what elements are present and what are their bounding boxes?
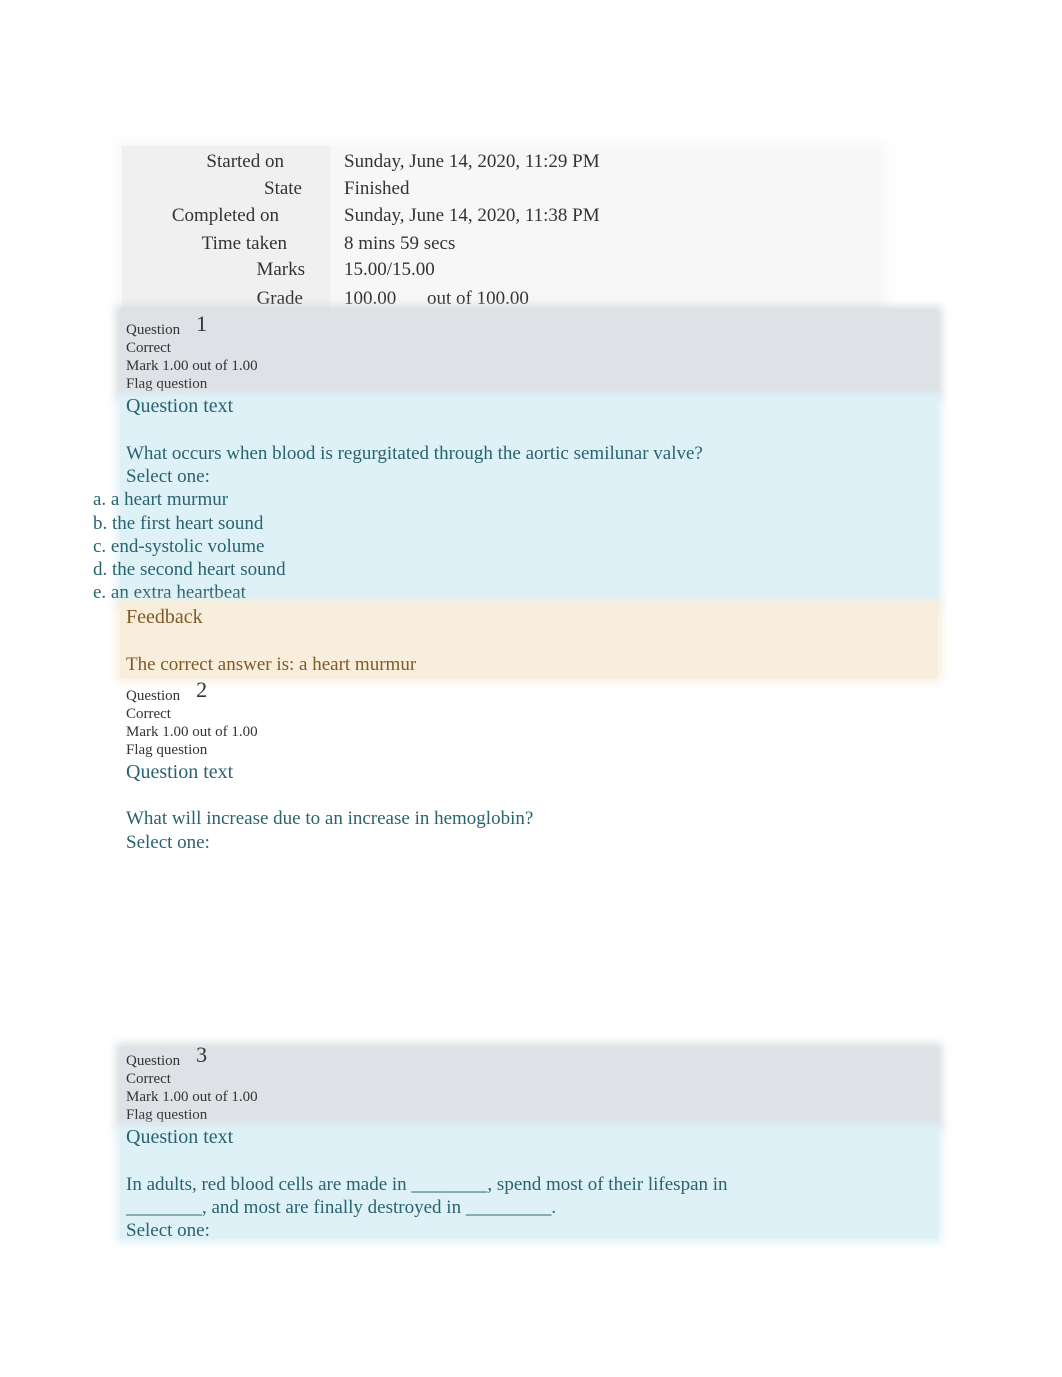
summary-value: Sunday, June 14, 2020, 11:29 PM: [344, 151, 600, 172]
question-heading: Question 1: [126, 313, 258, 339]
select-one-prompt: Select one:: [126, 1220, 210, 1241]
flag-question-link[interactable]: Flag question: [126, 741, 258, 759]
question-3-info: Question 3 Correct Mark 1.00 out of 1.00 …: [126, 1044, 258, 1124]
question-heading: Question 3: [126, 1044, 258, 1070]
summary-value: Sunday, June 14, 2020, 11:38 PM: [344, 205, 600, 226]
question-2-info: Question 2 Correct Mark 1.00 out of 1.00 …: [126, 679, 258, 759]
question-status: Correct: [126, 706, 171, 722]
answer-option-e[interactable]: e. an extra heartbeat: [93, 581, 246, 604]
question-number: 2: [196, 677, 208, 702]
question-status: Correct: [126, 340, 171, 356]
summary-label: Completed on: [171, 205, 279, 226]
summary-value: 100.00: [344, 288, 397, 309]
select-one-prompt: Select one:: [126, 466, 210, 487]
question-1-info: Question 1 Correct Mark 1.00 out of 1.00 …: [126, 313, 258, 393]
question-3-text-line-1: In adults, red blood cells are made in _…: [126, 1174, 728, 1195]
summary-label: Started on: [206, 151, 284, 172]
feedback-correct-answer: The correct answer is: a heart murmur: [126, 654, 417, 675]
summary-label: State: [264, 178, 302, 199]
answer-option-d[interactable]: d. the second heart sound: [93, 558, 286, 581]
summary-value: 15.00/15.00: [344, 259, 435, 280]
question-number: 1: [196, 311, 208, 336]
answer-option-b[interactable]: b. the first heart sound: [93, 512, 263, 535]
question-number: 3: [196, 1042, 208, 1067]
question-text-heading: Question text: [126, 395, 234, 417]
flag-question-link[interactable]: Flag question: [126, 1106, 258, 1124]
select-one-prompt: Select one:: [126, 832, 210, 853]
question-mark: Mark 1.00 out of 1.00: [126, 358, 258, 374]
answer-option-c[interactable]: c. end-systolic volume: [93, 535, 265, 558]
question-status: Correct: [126, 1071, 171, 1087]
question-mark: Mark 1.00 out of 1.00: [126, 724, 258, 740]
question-2-text: What will increase due to an increase in…: [126, 808, 534, 829]
summary-value: Finished: [344, 178, 410, 199]
question-heading: Question 2: [126, 679, 258, 705]
question-label: Question: [126, 322, 181, 338]
summary-label: Time taken: [201, 233, 287, 254]
feedback-heading: Feedback: [126, 606, 203, 628]
summary-value: 8 mins 59 secs: [344, 233, 456, 254]
question-1-text: What occurs when blood is regurgitated t…: [126, 443, 703, 464]
question-label: Question: [126, 688, 181, 704]
question-text-heading: Question text: [126, 1126, 234, 1148]
summary-value-suffix: out of 100.00: [427, 288, 529, 309]
question-mark: Mark 1.00 out of 1.00: [126, 1089, 258, 1105]
question-label: Question: [126, 1053, 181, 1069]
flag-question-link[interactable]: Flag question: [126, 375, 258, 393]
answer-option-a[interactable]: a. a heart murmur: [93, 488, 228, 511]
summary-label: Marks: [256, 259, 305, 280]
summary-label: Grade: [256, 288, 303, 309]
question-text-heading: Question text: [126, 761, 234, 783]
question-3-text-line-2: ________, and most are finally destroyed…: [126, 1197, 557, 1218]
